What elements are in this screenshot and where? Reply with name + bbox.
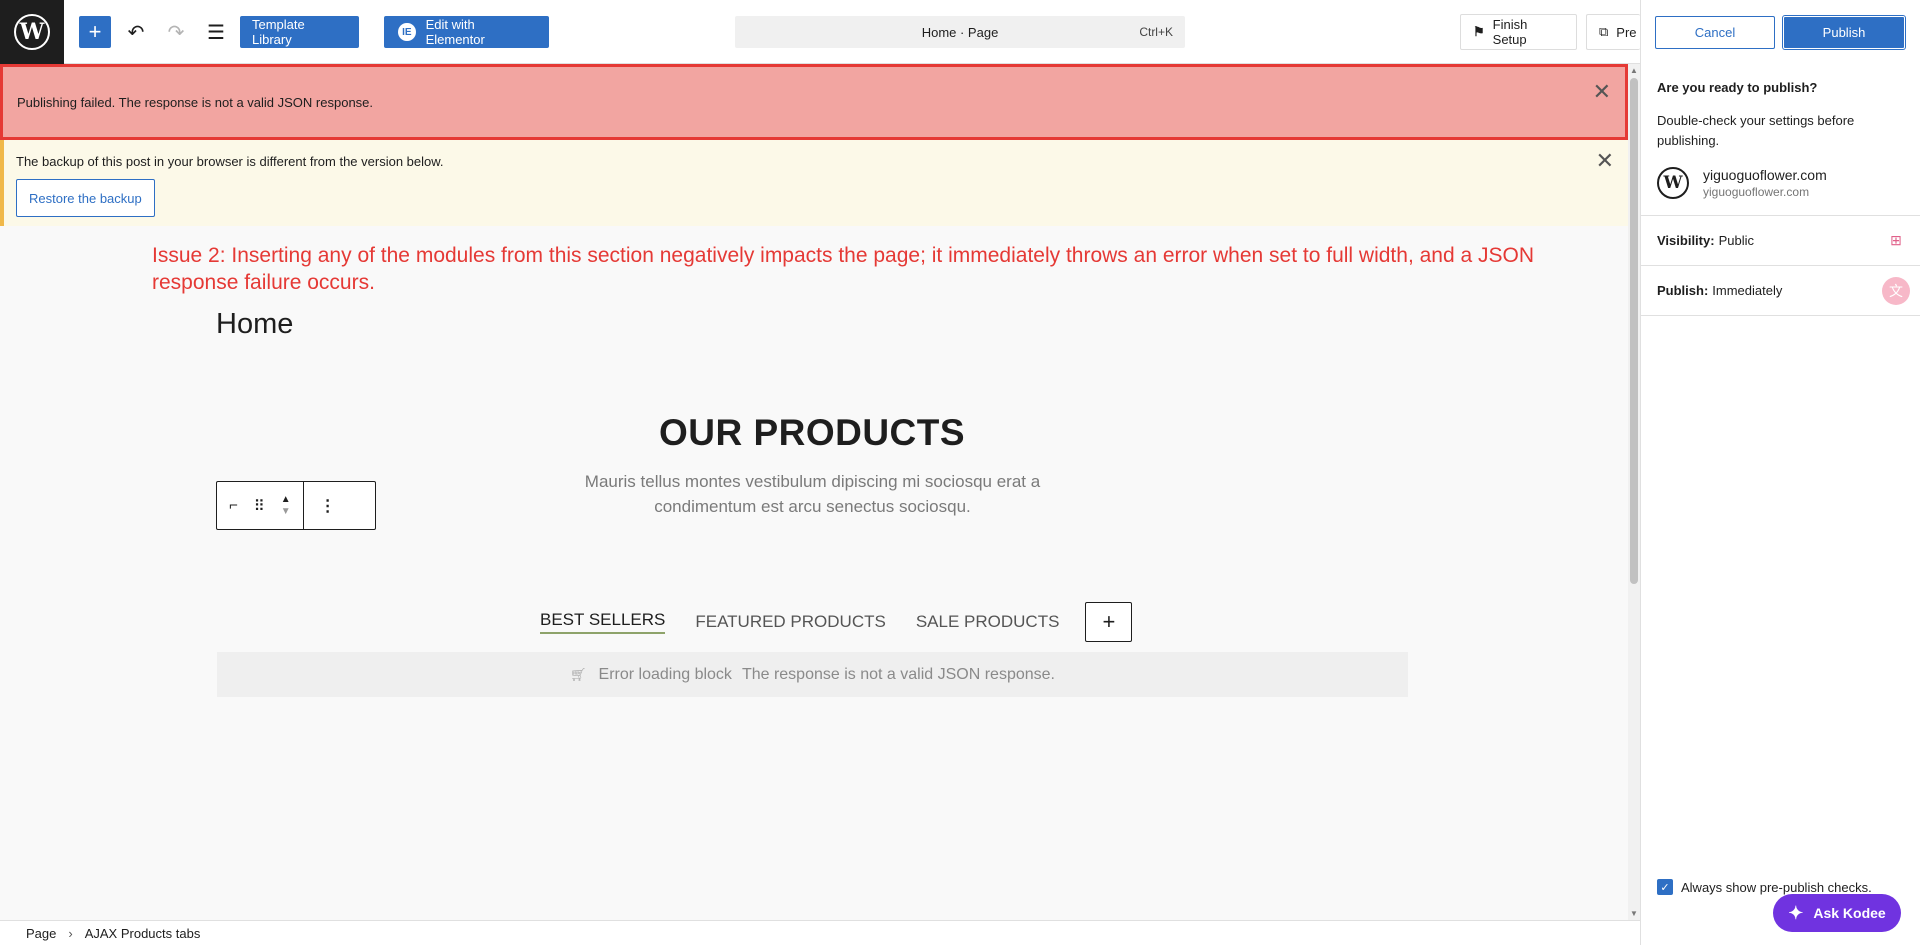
plus-icon: + [88, 19, 102, 44]
visibility-value[interactable]: Public [1719, 233, 1754, 248]
breadcrumb-item-block[interactable]: AJAX Products tabs [85, 926, 201, 941]
backup-notice: The backup of this post in your browser … [0, 140, 1628, 226]
editor-canvas: Publishing failed. The response is not a… [0, 64, 1628, 920]
site-url: yiguoguoflower.com [1703, 185, 1810, 199]
close-icon[interactable]: ✕ [1593, 81, 1611, 103]
prepublish-summary: Are you ready to publish? Double-check y… [1641, 64, 1920, 216]
preview-label: Pre [1616, 24, 1637, 40]
publish-time-value[interactable]: Immediately [1712, 283, 1782, 298]
error-block-title: Error loading block [598, 665, 732, 683]
cancel-button[interactable]: Cancel [1655, 15, 1775, 49]
block-error-placeholder[interactable]: 🛒︎ Error loading block The response is n… [217, 652, 1408, 697]
publish-error-message: Publishing failed. The response is not a… [17, 94, 374, 110]
wordpress-logo-icon: W [14, 14, 50, 50]
breadcrumb-separator: › [68, 925, 73, 941]
list-view-icon: ☰ [207, 21, 225, 44]
product-tabs: BEST SELLERS FEATURED PRODUCTS SALE PROD… [540, 602, 1133, 642]
block-movers: ▲ ▼ [281, 494, 291, 518]
breadcrumb-item-page[interactable]: Page [26, 926, 56, 941]
kodee-sparkle-icon: ✦ [1788, 902, 1804, 923]
canvas-scrollbar[interactable]: ▲ ▼ [1628, 64, 1640, 920]
plus-icon: + [1102, 609, 1116, 634]
scroll-up-icon[interactable]: ▲ [1630, 66, 1638, 75]
move-down-icon[interactable]: ▼ [281, 506, 291, 518]
undo-button[interactable]: ↶ [120, 16, 152, 48]
tab-best-sellers[interactable]: BEST SELLERS [540, 610, 666, 634]
list-view-button[interactable]: ☰ [200, 16, 232, 48]
publish-button[interactable]: Publish [1783, 15, 1905, 49]
site-info: W yiguoguoflower.com yiguoguoflower.com [1657, 167, 1904, 199]
prepublish-description: Double-check your settings before publis… [1657, 113, 1855, 148]
site-name: yiguoguoflower.com [1703, 167, 1827, 183]
wordpress-logo-button[interactable]: W [0, 0, 64, 64]
template-library-button[interactable]: Template Library [240, 16, 359, 48]
edit-with-elementor-label: Edit with Elementor [425, 17, 485, 47]
close-icon[interactable]: ✕ [1596, 150, 1614, 172]
block-toolbar: ⌐ ⠿ ▲ ▼ ⋮ [216, 481, 376, 530]
add-tab-button[interactable]: + [1085, 602, 1133, 642]
document-title: Home · Page [921, 24, 999, 40]
publish-panel-header: Cancel Publish [1641, 0, 1920, 64]
tab-featured-products[interactable]: FEATURED PRODUCTS [695, 612, 885, 632]
always-show-label: Always show pre-publish checks. [1681, 879, 1872, 895]
redo-button[interactable]: ↷ [160, 16, 192, 48]
apps-widget-icon[interactable]: ⊞ [1882, 227, 1910, 255]
undo-icon: ↶ [127, 21, 145, 44]
flag-icon: ⚑ [1473, 24, 1485, 39]
more-options-icon[interactable]: ⋮ [304, 482, 352, 529]
elementor-icon: IE [398, 23, 416, 41]
publish-panel: Cancel Publish Are you ready to publish?… [1640, 0, 1920, 945]
checkbox-checked-icon[interactable]: ✓ [1657, 879, 1673, 895]
scroll-down-icon[interactable]: ▼ [1630, 909, 1638, 918]
visibility-row[interactable]: Visibility: Public ⊞ [1641, 216, 1920, 266]
edit-with-elementor-button[interactable]: IE Edit with Elementor [384, 16, 549, 48]
restore-backup-button[interactable]: Restore the backup [16, 179, 155, 217]
ask-kodee-label: Ask Kodee [1813, 905, 1886, 921]
publish-time-row[interactable]: Publish: Immediately 文 [1641, 266, 1920, 316]
visibility-label: Visibility: [1657, 233, 1715, 248]
block-inserter-button[interactable]: + [79, 16, 111, 48]
block-controls: ⌐ ⠿ ▲ ▼ [217, 482, 304, 529]
preview-button[interactable]: ⧉ Pre [1586, 14, 1640, 50]
always-show-checks[interactable]: ✓ Always show pre-publish checks. [1657, 879, 1872, 895]
move-up-icon[interactable]: ▲ [281, 494, 291, 506]
publish-time-label: Publish: [1657, 283, 1709, 298]
external-link-icon: ⧉ [1599, 24, 1609, 39]
finish-setup-button[interactable]: ⚑ Finish Setup [1460, 14, 1577, 50]
backup-message: The backup of this post in your browser … [16, 154, 444, 169]
products-subtitle[interactable]: Mauris tellus montes vestibulum dipiscin… [560, 469, 1065, 519]
ask-kodee-button[interactable]: ✦ Ask Kodee [1773, 894, 1901, 932]
finish-setup-label: Finish Setup [1492, 17, 1528, 47]
block-type-icon[interactable]: ⌐ [229, 482, 238, 529]
editor-toolbar: W + ↶ ↷ ☰ Template Library IE Edit with … [0, 0, 1640, 64]
wordpress-logo-icon: W [1657, 167, 1689, 199]
page-title[interactable]: Home [216, 308, 293, 341]
command-palette-bar[interactable]: Home · Page Ctrl+K [735, 16, 1185, 48]
block-breadcrumb: Page › AJAX Products tabs [0, 920, 1640, 945]
cart-icon: 🛒︎ [570, 666, 587, 682]
publish-error-notice: Publishing failed. The response is not a… [0, 64, 1628, 140]
shortcut-hint: Ctrl+K [1139, 25, 1173, 39]
prepublish-heading: Are you ready to publish? [1657, 80, 1818, 95]
products-heading[interactable]: OUR PRODUCTS [217, 412, 1407, 454]
issue-annotation: Issue 2: Inserting any of the modules fr… [152, 244, 1535, 294]
error-block-message: The response is not a valid JSON respons… [741, 665, 1055, 683]
translate-widget-icon[interactable]: 文 [1882, 276, 1910, 305]
scroll-thumb[interactable] [1630, 78, 1638, 584]
redo-icon: ↷ [167, 21, 185, 44]
tab-sale-products[interactable]: SALE PRODUCTS [916, 612, 1060, 632]
drag-handle-icon[interactable]: ⠿ [254, 482, 265, 529]
